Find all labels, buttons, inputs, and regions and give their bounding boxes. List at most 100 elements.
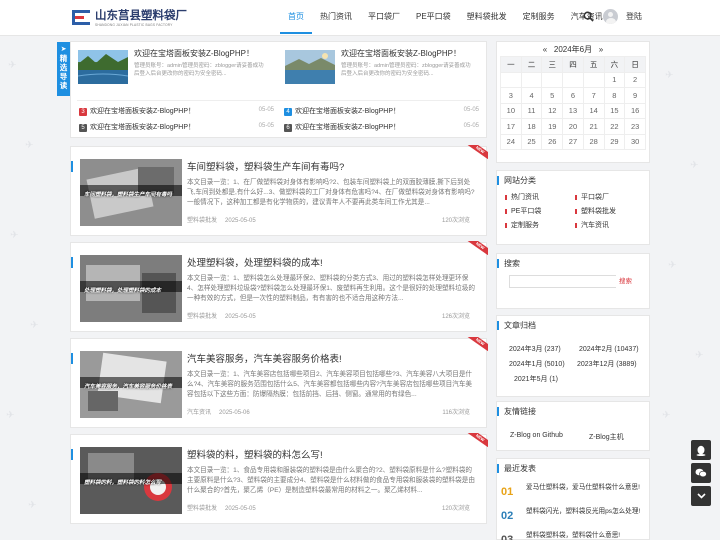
new-badge: NEW — [466, 433, 488, 447]
search-widget: 搜索 搜索 — [496, 253, 650, 309]
archive-link[interactable]: 2024年3月 (237) — [509, 344, 561, 354]
featured-card[interactable]: 欢迎在宝塔面板安装Z-BlogPHP！ 管理员账号：admin管理员密码：zbl… — [71, 48, 269, 98]
post-card: 处理塑料袋，处理塑料袋的成本 处理塑料袋，处理塑料袋的成本! 本文目录一览：1、… — [70, 241, 488, 332]
landscape-thumbnail — [285, 50, 335, 84]
rank-badge: 5 — [79, 124, 87, 132]
post-card: 汽车美容服务，汽车美容服务价格表 汽车美容服务，汽车美容服务价格表! 本文目录一… — [70, 337, 488, 428]
featured-list-item[interactable]: 3 欢迎在宝塔面板安装Z-BlogPHP！ 05-05 — [79, 106, 274, 119]
recent-post[interactable]: 01 爱马仕塑料袋，爱马仕塑料袋什么意思! — [501, 481, 646, 505]
landscape-thumbnail — [78, 50, 128, 84]
qq-button[interactable] — [691, 440, 711, 460]
post-category[interactable]: 塑料袋批发 — [187, 218, 217, 224]
calendar: « 2024年6月 » 一二三四五六日 12 3456789 10 11 12 13 1… — [500, 43, 646, 150]
prev-month-link[interactable]: « — [543, 45, 547, 54]
user-menu[interactable]: 登陆 — [603, 9, 642, 24]
archive-link[interactable]: 2021年5月 (1) — [514, 374, 558, 384]
archive-link[interactable]: 2023年12月 (3889) — [577, 359, 637, 369]
widget-title: 文章归档 — [497, 321, 536, 330]
post-title[interactable]: 处理塑料袋，处理塑料袋的成本! — [187, 255, 323, 269]
post-thumbnail[interactable]: 塑料袋的料，塑料袋的料怎么写 — [80, 447, 182, 514]
category-link[interactable]: 汽车资讯 — [575, 219, 645, 233]
nav-pe-flat-bag[interactable]: PE平口袋 — [408, 0, 459, 34]
archive-link[interactable]: 2024年2月 (10437) — [579, 344, 639, 354]
featured-section: 欢迎在宝塔面板安装Z-BlogPHP！ 管理员账号：admin管理员密码：zbl… — [70, 41, 487, 138]
calendar-grid: 一二三四五六日 12 3456789 10 11 12 13 14 15 16 17 18 19… — [500, 56, 646, 150]
category-link[interactable]: PE平口袋 — [505, 205, 575, 219]
logo-title: 山东莒县塑料袋厂 — [95, 9, 187, 22]
calendar-month: 2024年6月 — [553, 45, 593, 54]
post-meta: 汽车资讯 2025-05-06 — [187, 407, 478, 416]
post-card: 车间塑料袋，塑料袋生产车间有毒吗 车间塑料袋，塑料袋生产车间有毒吗? 本文目录一… — [70, 145, 488, 236]
post-title[interactable]: 汽车美容服务，汽车美容服务价格表! — [187, 351, 342, 365]
post-category[interactable]: 汽车资讯 — [187, 410, 211, 416]
wechat-icon — [695, 468, 707, 478]
category-list: 热门资讯 平口袋厂 PE平口袋 塑料袋批发 定制服务 汽车资讯 — [505, 191, 645, 233]
recent-post[interactable]: 02 塑料袋闪光，塑料袋反光用ps怎么处理! — [501, 505, 646, 529]
back-to-top-button[interactable] — [691, 486, 711, 506]
login-link[interactable]: 登陆 — [626, 11, 642, 22]
post-views: 120次浏览 — [441, 506, 470, 512]
qq-icon — [696, 445, 706, 456]
post-category[interactable]: 塑料袋批发 — [187, 314, 217, 320]
post-title[interactable]: 塑料袋的料，塑料袋的料怎么写! — [187, 447, 323, 461]
post-excerpt: 本文目录一览：1、塑料袋怎么处理最环保2、塑料袋的分类方式3、用过的塑料袋怎样处… — [187, 275, 475, 302]
wechat-button[interactable] — [691, 463, 711, 483]
recent-post[interactable]: 03 塑料袋塑料袋，塑料袋什么意思! — [501, 529, 646, 540]
featured-title[interactable]: 欢迎在宝塔面板安装Z-BlogPHP！ — [341, 48, 461, 59]
featured-list-item[interactable]: 5 欢迎在宝塔面板安装Z-BlogPHP！ 05-05 — [79, 122, 274, 135]
post-thumbnail[interactable]: 车间塑料袋，塑料袋生产车间有毒吗 — [80, 159, 182, 226]
widget-title: 网站分类 — [497, 176, 536, 185]
new-badge: NEW — [466, 145, 488, 159]
post-date: 2025-05-06 — [219, 410, 250, 416]
friend-link[interactable]: Z-Blog on Github — [510, 432, 563, 439]
post-category[interactable]: 塑料袋批发 — [187, 506, 217, 512]
post-views: 120次浏览 — [441, 218, 470, 224]
post-excerpt: 本文目录一览：1、在厂做塑料袋对身体有影响吗?2、包装车间塑料袋上的双面胶薄膜,… — [187, 179, 475, 206]
nav-custom-service[interactable]: 定制服务 — [515, 0, 563, 34]
new-badge: NEW — [466, 337, 488, 351]
category-link[interactable]: 平口袋厂 — [575, 191, 645, 205]
post-excerpt: 本文目录一览：1、汽车美容店包括哪些项目2、汽车美容项目包括哪些?3、汽车美容八… — [187, 371, 473, 398]
rank-badge: 6 — [284, 124, 292, 132]
post-meta: 塑料袋批发 2025-05-05 — [187, 311, 478, 320]
logo-mark-icon — [70, 7, 92, 29]
featured-list-item[interactable]: 6 欢迎在宝塔面板安装Z-BlogPHP！ 05-05 — [284, 122, 479, 135]
rank-badge: 3 — [79, 108, 87, 116]
links-widget: 友情链接 Z-Blog on Github Z-Blog主机 — [496, 401, 650, 451]
post-card: 塑料袋的料，塑料袋的料怎么写 塑料袋的料，塑料袋的料怎么写! 本文目录一览：1、… — [70, 433, 488, 524]
post-views: 116次浏览 — [442, 410, 470, 416]
featured-reading-tab: ➤ 精 选 导 读 — [57, 42, 70, 96]
post-thumbnail[interactable]: 汽车美容服务，汽车美容服务价格表 — [80, 351, 182, 418]
post-date: 2025-05-05 — [225, 314, 256, 320]
featured-card[interactable]: 欢迎在宝塔面板安装Z-BlogPHP！ 管理员账号：admin管理员密码：zbl… — [278, 48, 476, 98]
post-excerpt: 本文目录一览：1、食品专用袋和服装袋的塑料袋是由什么聚合的?2、塑料袋原料是什么… — [187, 467, 475, 494]
featured-title[interactable]: 欢迎在宝塔面板安装Z-BlogPHP！ — [134, 48, 254, 59]
post-meta: 塑料袋批发 2025-05-05 — [187, 503, 478, 512]
avatar — [603, 9, 618, 24]
featured-desc: 管理员账号：admin管理员密码：zblogger请妥善成功后登入后台更改你的密… — [341, 63, 471, 77]
chevron-down-icon — [696, 493, 706, 499]
search-icon[interactable] — [583, 11, 594, 22]
post-date: 2025-05-05 — [225, 218, 256, 224]
nav-home[interactable]: 首页 — [280, 0, 312, 34]
friend-link[interactable]: Z-Blog主机 — [589, 432, 624, 442]
post-title[interactable]: 车间塑料袋，塑料袋生产车间有毒吗? — [187, 159, 344, 173]
search-button[interactable]: 搜索 — [616, 275, 635, 288]
category-link[interactable]: 热门资讯 — [505, 191, 575, 205]
post-date: 2025-05-05 — [225, 506, 256, 512]
archive-widget: 文章归档 2024年3月 (237) 2024年2月 (10437) 2024年… — [496, 315, 650, 397]
site-logo[interactable]: 山东莒县塑料袋厂 SHANDONG JUXIAN PLASTIC BAGS FA… — [70, 5, 195, 31]
post-thumbnail[interactable]: 处理塑料袋，处理塑料袋的成本 — [80, 255, 182, 322]
category-link[interactable]: 塑料袋批发 — [575, 205, 645, 219]
category-link[interactable]: 定制服务 — [505, 219, 575, 233]
nav-hot-news[interactable]: 热门资讯 — [312, 0, 360, 34]
nav-wholesale[interactable]: 塑料袋批发 — [459, 0, 515, 34]
next-month-link[interactable]: » — [599, 45, 603, 54]
post-views: 126次浏览 — [441, 314, 470, 320]
main-nav: 首页 热门资讯 平口袋厂 PE平口袋 塑料袋批发 定制服务 汽车资讯 — [280, 0, 611, 34]
nav-flat-bag-factory[interactable]: 平口袋厂 — [360, 0, 408, 34]
widget-title: 友情链接 — [497, 407, 536, 416]
category-widget: 网站分类 热门资讯 平口袋厂 PE平口袋 塑料袋批发 定制服务 汽车资讯 — [496, 170, 650, 245]
archive-link[interactable]: 2024年1月 (5010) — [509, 359, 565, 369]
featured-list-item[interactable]: 4 欢迎在宝塔面板安装Z-BlogPHP！ 05-05 — [284, 106, 479, 119]
